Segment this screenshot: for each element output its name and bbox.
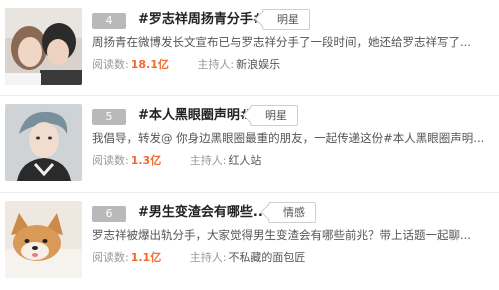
read-count-label: 阅读数: <box>92 58 129 71</box>
topic-title[interactable]: #男生变渣会有哪些...# <box>138 203 279 223</box>
topic-description: 我倡导，转发@ 你身边黑眼圈最重的朋友，一起传递这份#本人黑眼圈声明... <box>92 131 485 145</box>
topic-description: 周扬青在微博发长文宣布已与罗志祥分手了一段时间，她还给罗志祥写了... <box>92 35 471 49</box>
divider <box>0 192 499 193</box>
host-name[interactable]: 不私藏的面包匠 <box>228 251 305 264</box>
rank-badge: 5 <box>92 109 126 125</box>
host-name[interactable]: 红人站 <box>228 154 261 167</box>
topic-item[interactable]: 5 #本人黑眼圈声明# 明星 我倡导，转发@ 你身边黑眼圈最重的朋友，一起传递这… <box>0 96 499 192</box>
category-tag[interactable]: 明星 <box>250 105 298 126</box>
read-count: 18.1亿 <box>130 58 169 71</box>
read-count: 1.3亿 <box>130 154 162 167</box>
read-count: 1.1亿 <box>130 251 162 264</box>
shiba-dog-photo-icon <box>5 201 82 278</box>
topic-meta: 阅读数: 18.1亿 主持人: 新浪娱乐 <box>92 57 280 73</box>
topic-item[interactable]: 4 #罗志祥周扬青分手# 明星 周扬青在微博发长文宣布已与罗志祥分手了一段时间，… <box>0 0 499 96</box>
topic-thumbnail[interactable] <box>5 104 82 181</box>
topic-meta: 阅读数: 1.3亿 主持人: 红人站 <box>92 153 261 169</box>
host-label: 主持人: <box>197 58 235 71</box>
topic-item[interactable]: 6 #男生变渣会有哪些...# 情感 罗志祥被爆出轨分手，大家觉得男生变渣会有哪… <box>0 193 499 289</box>
couple-photo-icon <box>5 8 82 85</box>
topic-description: 罗志祥被爆出轨分手，大家觉得男生变渣会有哪些前兆？带上话题一起聊... <box>92 228 471 242</box>
topic-meta: 阅读数: 1.1亿 主持人: 不私藏的面包匠 <box>92 250 305 266</box>
topic-list: 4 #罗志祥周扬青分手# 明星 周扬青在微博发长文宣布已与罗志祥分手了一段时间，… <box>0 0 499 290</box>
man-portrait-icon <box>5 104 82 181</box>
topic-thumbnail[interactable] <box>5 201 82 278</box>
category-tag[interactable]: 明星 <box>262 9 310 30</box>
topic-title[interactable]: #罗志祥周扬青分手# <box>138 10 264 30</box>
topic-thumbnail[interactable] <box>5 8 82 85</box>
divider <box>0 95 499 96</box>
category-tag[interactable]: 情感 <box>268 202 316 223</box>
host-name[interactable]: 新浪娱乐 <box>236 58 280 71</box>
rank-badge: 6 <box>92 206 126 222</box>
host-label: 主持人: <box>189 251 227 264</box>
rank-badge: 4 <box>92 13 126 29</box>
read-count-label: 阅读数: <box>92 251 129 264</box>
topic-title[interactable]: #本人黑眼圈声明# <box>138 106 251 126</box>
host-label: 主持人: <box>189 154 227 167</box>
read-count-label: 阅读数: <box>92 154 129 167</box>
